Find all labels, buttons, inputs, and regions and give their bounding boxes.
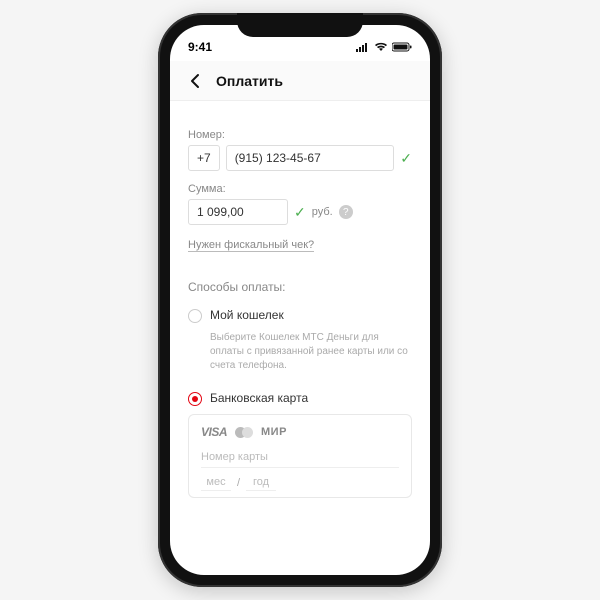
visa-logo: VISA bbox=[201, 425, 227, 439]
radio-icon bbox=[188, 309, 202, 323]
content: Номер: +7 (915) 123-45-67 ✓ Сумма: 1 099… bbox=[170, 101, 430, 575]
card-label: Банковская карта bbox=[210, 391, 308, 405]
wifi-icon bbox=[374, 42, 388, 52]
card-month-input[interactable] bbox=[201, 474, 231, 491]
battery-icon bbox=[392, 42, 412, 52]
payment-methods-title: Способы оплаты: bbox=[188, 280, 412, 294]
mastercard-logo bbox=[235, 427, 253, 438]
nav-bar: Оплатить bbox=[170, 61, 430, 101]
card-number-input[interactable] bbox=[201, 447, 399, 468]
phone-input[interactable]: (915) 123-45-67 bbox=[226, 145, 395, 171]
signal-icon bbox=[356, 42, 370, 52]
card-logos: VISA МИР bbox=[201, 425, 399, 439]
mir-logo: МИР bbox=[261, 426, 287, 438]
back-button[interactable] bbox=[184, 70, 206, 92]
screen: 9:41 Оплатить Номер: +7 bbox=[170, 25, 430, 575]
page-title: Оплатить bbox=[216, 73, 283, 89]
card-form: VISA МИР / bbox=[188, 414, 412, 498]
phone-frame: 9:41 Оплатить Номер: +7 bbox=[158, 13, 442, 587]
number-label: Номер: bbox=[188, 129, 412, 141]
notch bbox=[237, 13, 363, 37]
wallet-option[interactable]: Мой кошелек bbox=[188, 308, 412, 323]
check-icon: ✓ bbox=[400, 150, 412, 167]
phone-prefix[interactable]: +7 bbox=[188, 145, 220, 171]
card-year-input[interactable] bbox=[246, 474, 276, 491]
status-time: 9:41 bbox=[188, 40, 212, 54]
amount-input[interactable]: 1 099,00 bbox=[188, 199, 288, 225]
wallet-description: Выберите Кошелек МТС Деньги для оплаты с… bbox=[210, 331, 412, 373]
radio-icon bbox=[188, 392, 202, 406]
fiscal-receipt-link[interactable]: Нужен фискальный чек? bbox=[188, 239, 314, 252]
status-indicators bbox=[356, 42, 412, 52]
exp-separator: / bbox=[237, 477, 240, 489]
card-option[interactable]: Банковская карта bbox=[188, 391, 412, 406]
wallet-label: Мой кошелек bbox=[210, 308, 284, 322]
help-icon[interactable]: ? bbox=[339, 205, 353, 219]
currency-label: руб. bbox=[312, 206, 333, 218]
amount-label: Сумма: bbox=[188, 183, 412, 195]
check-icon: ✓ bbox=[294, 204, 306, 221]
